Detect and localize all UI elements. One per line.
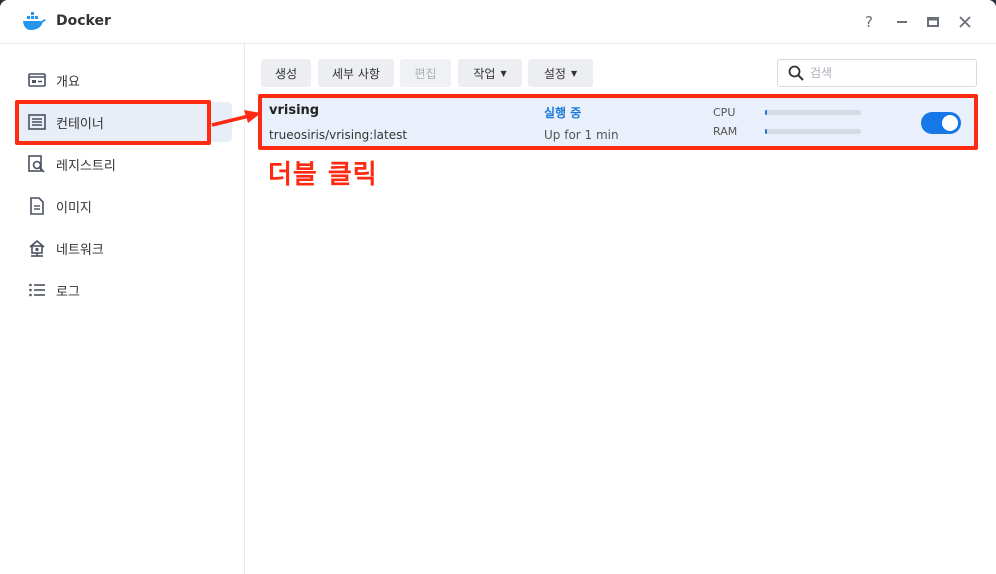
sidebar-item-network[interactable]: 네트워크 bbox=[18, 228, 232, 268]
settings-label: 설정 bbox=[543, 66, 566, 81]
search-box[interactable] bbox=[777, 59, 977, 87]
close-icon bbox=[959, 16, 971, 28]
sidebar-item-registry[interactable]: 레지스트리 bbox=[18, 144, 232, 184]
sidebar-item-overview[interactable]: 개요 bbox=[18, 60, 232, 100]
docker-window: Docker ? 개요 컨테이너 레지스트리 이미지 네트워크 로그 생성 세부… bbox=[0, 0, 996, 574]
cpu-label: CPU bbox=[713, 106, 736, 119]
edit-button[interactable]: 편집 bbox=[400, 59, 451, 87]
settings-dropdown[interactable]: 설정 ▼ bbox=[528, 59, 593, 87]
search-icon bbox=[788, 65, 804, 81]
double-click-annotation: 더블 클릭 bbox=[268, 160, 378, 190]
sidebar-item-label: 네트워크 bbox=[56, 242, 104, 258]
close-button[interactable] bbox=[955, 12, 975, 32]
container-enable-toggle[interactable] bbox=[921, 112, 961, 134]
minimize-icon bbox=[897, 21, 907, 23]
ram-usage-fill bbox=[765, 129, 767, 134]
cpu-usage-bar bbox=[765, 110, 861, 115]
help-button[interactable]: ? bbox=[859, 12, 879, 32]
cpu-usage-fill bbox=[765, 110, 767, 115]
uptime-text: Up for 1 min bbox=[544, 128, 619, 142]
sidebar-item-label: 로그 bbox=[56, 284, 80, 300]
ram-label: RAM bbox=[713, 125, 738, 138]
ram-usage-bar bbox=[765, 129, 861, 134]
sidebar-item-label: 컨테이너 bbox=[56, 116, 104, 132]
title-bar: Docker ? bbox=[0, 0, 996, 44]
toggle-knob bbox=[942, 115, 958, 131]
details-button[interactable]: 세부 사항 bbox=[318, 59, 394, 87]
status-badge: 실행 중 bbox=[544, 106, 582, 120]
caret-down-icon: ▼ bbox=[500, 68, 507, 78]
log-list-icon bbox=[28, 281, 46, 299]
network-icon bbox=[28, 239, 46, 257]
maximize-button[interactable] bbox=[923, 12, 943, 32]
maximize-icon bbox=[927, 17, 939, 27]
sidebar-item-image[interactable]: 이미지 bbox=[18, 186, 232, 226]
table-row[interactable]: vrising trueosiris/vrising:latest 실행 중 U… bbox=[262, 98, 975, 148]
container-name: vrising bbox=[269, 103, 320, 118]
action-label: 작업 bbox=[473, 66, 496, 81]
image-icon bbox=[28, 197, 46, 215]
sidebar-item-label: 이미지 bbox=[56, 200, 92, 216]
search-input[interactable] bbox=[810, 66, 970, 80]
sidebar-item-label: 레지스트리 bbox=[56, 158, 116, 174]
action-dropdown[interactable]: 작업 ▼ bbox=[458, 59, 522, 87]
sidebar: 개요 컨테이너 레지스트리 이미지 네트워크 로그 bbox=[0, 44, 245, 574]
registry-search-icon bbox=[28, 155, 46, 173]
overview-icon bbox=[28, 71, 46, 89]
caret-down-icon: ▼ bbox=[570, 68, 578, 78]
sidebar-item-container[interactable]: 컨테이너 bbox=[18, 102, 232, 142]
sidebar-item-log[interactable]: 로그 bbox=[18, 270, 232, 310]
docker-whale-icon bbox=[23, 12, 46, 30]
container-list-icon bbox=[28, 113, 46, 131]
container-image: trueosiris/vrising:latest bbox=[269, 128, 408, 142]
sidebar-item-label: 개요 bbox=[56, 74, 80, 90]
app-title: Docker bbox=[56, 13, 111, 29]
create-button[interactable]: 생성 bbox=[261, 59, 311, 87]
minimize-button[interactable] bbox=[892, 12, 912, 32]
